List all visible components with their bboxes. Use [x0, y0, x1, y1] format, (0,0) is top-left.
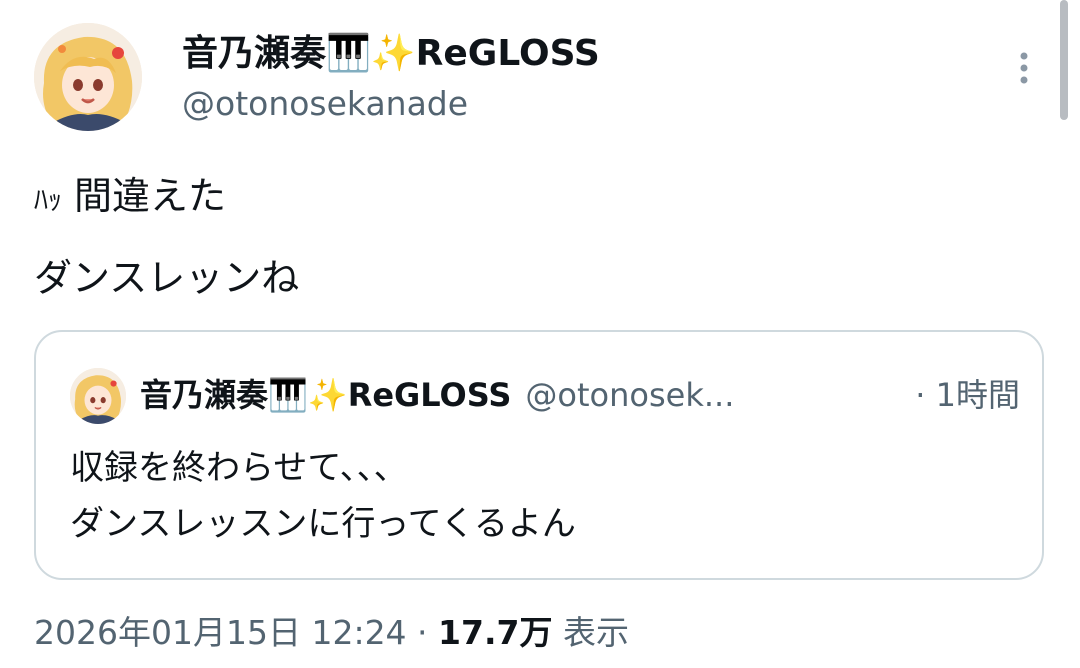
tweet-datetime[interactable]: 2026年01月15日 12:24 ·: [34, 613, 438, 652]
tweet-text-line-2: ダンスレッンね: [34, 256, 300, 300]
tweet-text-line-1: ﾊｯ 間違えた: [34, 170, 226, 226]
tweet-page: 音乃瀬奏🎹✨ReGLOSS @otonosekanade ﾊｯ 間違えた ダンスレ…: [0, 0, 1080, 668]
scrollbar[interactable]: [1060, 0, 1068, 120]
avatar-image: [34, 23, 142, 131]
quoted-avatar: [70, 368, 126, 424]
view-label: 表示: [552, 613, 629, 652]
user-handle[interactable]: @otonosekanade: [182, 82, 468, 126]
quoted-tweet-card[interactable]: 音乃瀬奏🎹✨ReGLOSS @otonosek... · 1時間 収録を終わらせて…: [34, 330, 1044, 580]
tweet-text-main: 間違えた: [74, 174, 227, 218]
quoted-handle: @otonosek...: [525, 376, 735, 414]
avatar[interactable]: [34, 23, 142, 131]
more-vertical-icon[interactable]: [1008, 48, 1040, 88]
tweet-meta: 2026年01月15日 12:24 · 17.7万 表示: [34, 608, 629, 658]
quoted-header: 音乃瀬奏🎹✨ReGLOSS @otonosek... · 1時間: [140, 370, 1020, 420]
view-count: 17.7万: [438, 613, 553, 652]
quoted-timestamp: · 1時間: [907, 370, 1020, 420]
tweet-text-small: ﾊｯ: [34, 183, 63, 216]
display-name[interactable]: 音乃瀬奏🎹✨ReGLOSS: [182, 30, 600, 78]
quoted-text-line-1: 収録を終わらせて、、、: [70, 448, 408, 488]
quoted-text-line-2: ダンスレッスンに行ってくるよん: [70, 504, 576, 544]
quoted-display-name: 音乃瀬奏🎹✨ReGLOSS: [140, 376, 512, 414]
